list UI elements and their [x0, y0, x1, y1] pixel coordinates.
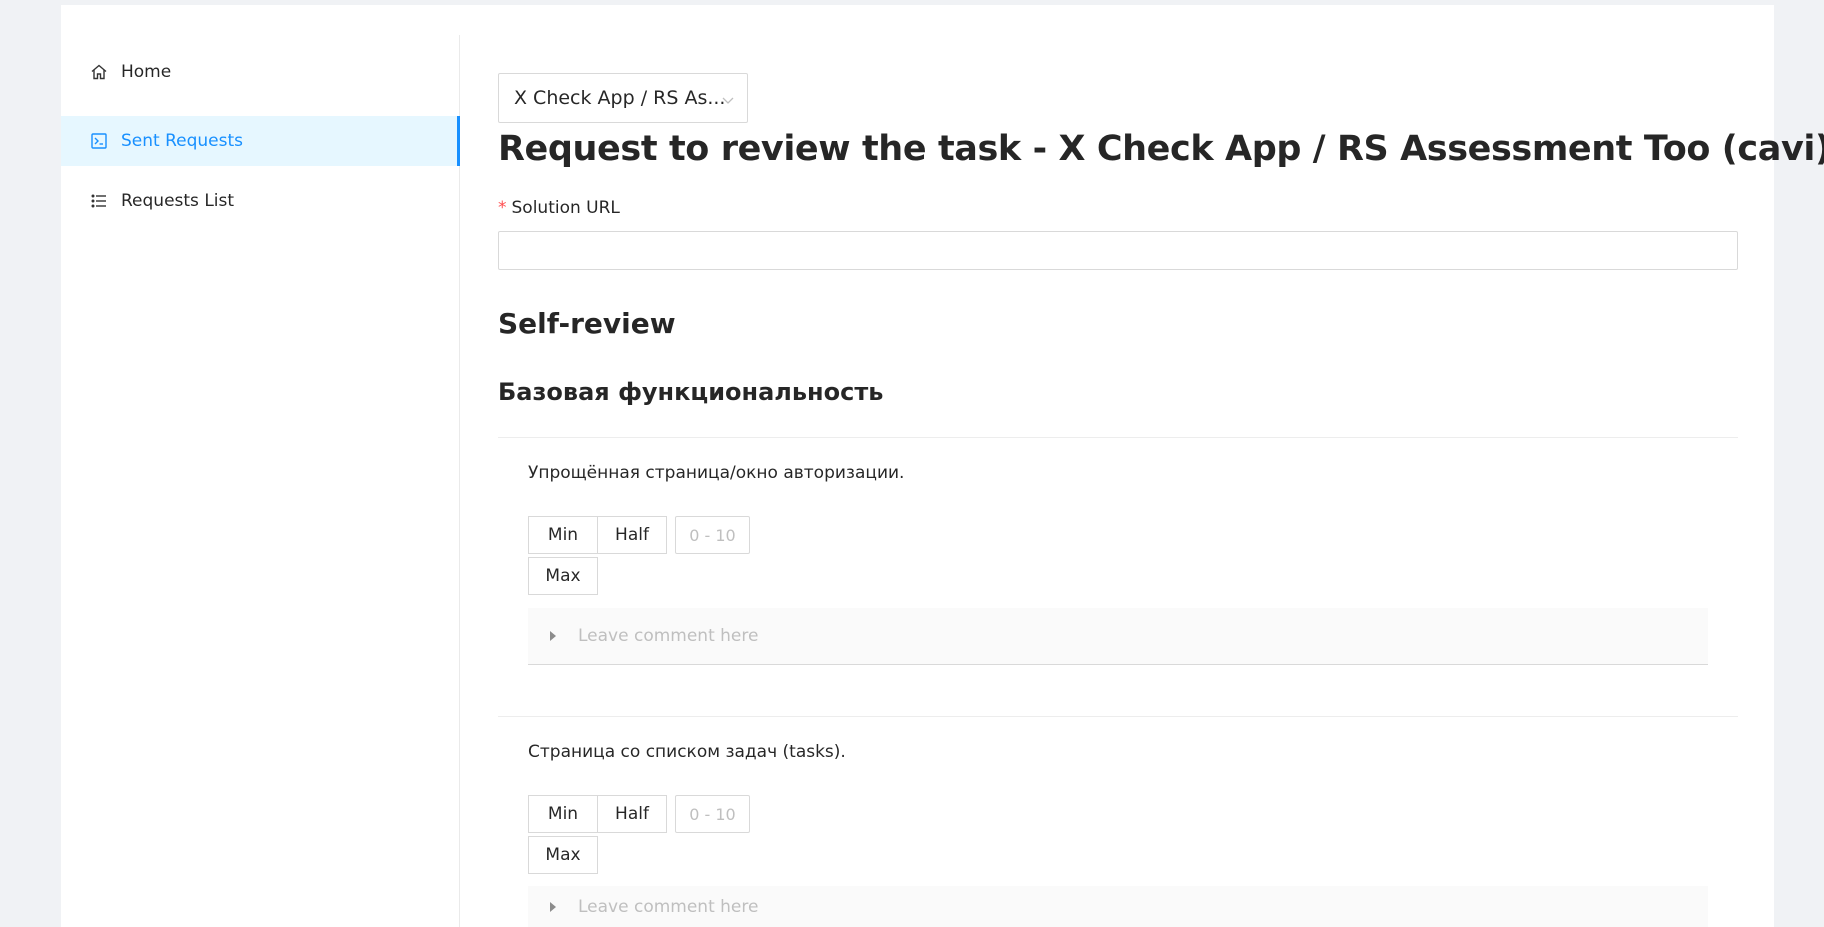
task-title: Страница со списком задач (tasks). [528, 742, 846, 762]
section-heading: Базовая функциональность [498, 378, 884, 406]
task-title: Упрощённая страница/окно авторизации. [528, 463, 905, 483]
comment-collapse[interactable]: Leave comment here [528, 608, 1708, 665]
solution-url-label-text: Solution URL [511, 198, 620, 218]
sidebar-item-sent-requests[interactable]: Sent Requests [61, 116, 460, 166]
score-input[interactable] [675, 516, 750, 554]
comment-placeholder: Leave comment here [578, 896, 759, 917]
chevron-down-icon [721, 90, 735, 104]
min-button[interactable]: Min [528, 795, 598, 833]
main-content: X Check App / RS As... Request to review… [498, 5, 1824, 927]
task-select[interactable]: X Check App / RS As... [498, 73, 748, 123]
half-button[interactable]: Half [597, 516, 667, 554]
solution-url-label: * Solution URL [498, 198, 620, 218]
task-select-value: X Check App / RS As... [514, 87, 726, 109]
self-review-heading: Self-review [498, 307, 676, 340]
sidebar-item-label: Requests List [121, 191, 235, 211]
sidebar-item-requests-list[interactable]: Requests List [61, 176, 460, 226]
comment-placeholder: Leave comment here [578, 626, 759, 646]
sidebar-item-label: Sent Requests [121, 131, 244, 151]
home-icon [90, 63, 108, 81]
min-button[interactable]: Min [528, 516, 598, 554]
page-title: Request to review the task - X Check App… [498, 129, 1824, 169]
sidebar-item-home[interactable]: Home [61, 47, 460, 97]
terminal-icon [90, 132, 108, 150]
half-button[interactable]: Half [597, 795, 667, 833]
sidebar-item-label: Home [121, 62, 172, 82]
divider [498, 716, 1738, 717]
max-button[interactable]: Max [528, 836, 598, 874]
required-mark: * [498, 198, 507, 218]
list-icon [90, 192, 108, 210]
score-input[interactable] [675, 795, 750, 833]
app-layout: Home Sent Requests Requests List X Check… [61, 5, 1824, 927]
divider [498, 437, 1738, 438]
solution-url-input[interactable] [498, 231, 1738, 270]
sidebar: Home Sent Requests Requests List [61, 35, 460, 927]
caret-right-icon [550, 631, 556, 641]
max-button[interactable]: Max [528, 557, 598, 595]
caret-right-icon [550, 901, 556, 912]
comment-collapse[interactable]: Leave comment here [528, 886, 1708, 927]
